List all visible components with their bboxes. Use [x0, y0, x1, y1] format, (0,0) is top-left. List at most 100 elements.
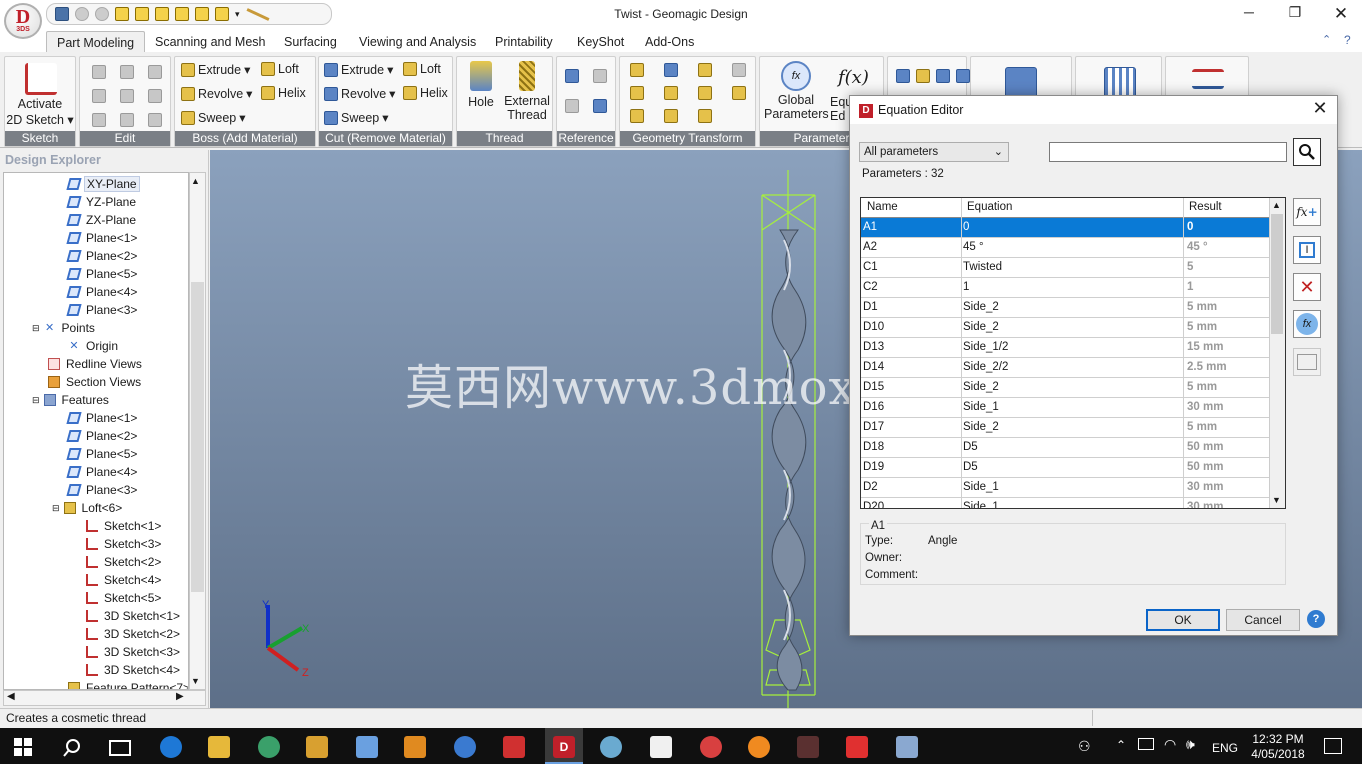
boss-sweep-button[interactable]: Sweep ▾	[181, 110, 246, 125]
tree-item-sketch-3[interactable]: Sketch<3>	[86, 535, 163, 553]
table-row[interactable]: D1 Side_2 5 mm	[861, 298, 1269, 318]
scroll-down-icon[interactable]: ▼	[191, 676, 200, 686]
combine-icon[interactable]	[148, 113, 162, 127]
help-icon[interactable]: ?	[1344, 33, 1351, 47]
task-view-icon[interactable]	[109, 740, 131, 756]
tab-scanning-mesh[interactable]: Scanning and Mesh	[145, 31, 276, 53]
clock[interactable]: 12:32 PM 4/05/2018	[1248, 732, 1308, 762]
table-row[interactable]: D16 Side_1 30 mm	[861, 398, 1269, 418]
close-window-button[interactable]: ✕	[1318, 4, 1362, 24]
column-equation[interactable]: Equation	[967, 201, 1012, 213]
table-row[interactable]: A2 45 ° 45 °	[861, 238, 1269, 258]
table-scroll-thumb[interactable]	[1271, 214, 1283, 334]
interference-icon[interactable]	[936, 69, 950, 83]
file-explorer-icon[interactable]	[208, 736, 230, 758]
table-scroll-up-icon[interactable]: ▲	[1272, 200, 1281, 210]
tree-item-3d-sketch-1[interactable]: 3D Sketch<1>	[86, 607, 182, 625]
csys-icon[interactable]	[593, 99, 607, 113]
chamfer-icon[interactable]	[664, 63, 678, 77]
tree-item-sketch-2[interactable]: Sketch<2>	[86, 553, 163, 571]
tree-item-feature-plane-2[interactable]: Plane<2>	[66, 427, 139, 445]
tree-item-plane-4[interactable]: Plane<4>	[66, 283, 139, 301]
table-row[interactable]: D17 Side_2 5 mm	[861, 418, 1269, 438]
paint-icon[interactable]	[356, 736, 378, 758]
wifi-icon[interactable]: ◠	[1164, 736, 1176, 753]
media-player-icon[interactable]	[306, 736, 328, 758]
tree-item-feature-plane-5[interactable]: Plane<5>	[66, 445, 139, 463]
cut-sweep-button[interactable]: Sweep ▾	[324, 110, 389, 125]
paste-icon[interactable]	[148, 65, 162, 79]
tree-item-sketch-5[interactable]: Sketch<5>	[86, 589, 163, 607]
ok-button[interactable]: OK	[1146, 609, 1220, 631]
draft-icon[interactable]	[732, 63, 746, 77]
move-face-icon[interactable]	[698, 109, 712, 123]
scroll-right-icon[interactable]: ▶	[176, 691, 184, 702]
delete-parameter-button[interactable]: ✕	[1293, 273, 1321, 301]
geomagic-design-icon[interactable]: D	[553, 736, 575, 758]
tree-item-3d-sketch-4[interactable]: 3D Sketch<4>	[86, 661, 182, 679]
collapse-icon[interactable]: ⊟	[32, 395, 40, 406]
table-row[interactable]: D14 Side_2/2 2.5 mm	[861, 358, 1269, 378]
search-taskbar-icon[interactable]	[62, 738, 82, 758]
collapse-ribbon-icon[interactable]: ⌃	[1322, 33, 1331, 46]
tree-item-loft-6[interactable]: ⊟ Loft<6>	[52, 499, 124, 517]
minimize-button[interactable]: ─	[1226, 4, 1272, 24]
app-fo-icon[interactable]	[846, 736, 868, 758]
cut-extrude-button[interactable]: Extrude ▾	[324, 62, 393, 77]
boss-revolve-button[interactable]: Revolve ▾	[181, 86, 252, 101]
column-name[interactable]: Name	[867, 201, 898, 213]
app-pink-icon[interactable]	[700, 736, 722, 758]
search-button[interactable]	[1293, 138, 1321, 166]
table-row[interactable]: C2 1 1	[861, 278, 1269, 298]
people-icon[interactable]: ⚇	[1078, 738, 1091, 755]
dialog-help-button[interactable]: ?	[1307, 610, 1325, 628]
tree-item-plane-2[interactable]: Plane<2>	[66, 247, 139, 265]
tree-item-feature-pattern-7[interactable]: Feature Pattern<7>	[68, 679, 188, 689]
tree-item-plane-5[interactable]: Plane<5>	[66, 265, 139, 283]
edge-browser-icon[interactable]	[160, 736, 182, 758]
cut-icon[interactable]	[92, 65, 106, 79]
pattern-icon[interactable]	[92, 113, 106, 127]
scroll-left-icon[interactable]: ◀	[7, 691, 15, 702]
tree-item-redline-views[interactable]: Redline Views	[48, 355, 144, 373]
boss-loft-button[interactable]: Loft	[261, 62, 299, 76]
battery-icon[interactable]	[1138, 738, 1154, 750]
measure-icon[interactable]	[896, 69, 910, 83]
scroll-up-icon[interactable]: ▲	[191, 176, 200, 186]
tree-item-xy-plane[interactable]: XY-Plane	[66, 175, 140, 193]
app-red-icon[interactable]	[503, 736, 525, 758]
tree-item-section-views[interactable]: Section Views	[48, 373, 143, 391]
mail-icon[interactable]	[650, 736, 672, 758]
mass-icon[interactable]	[916, 69, 930, 83]
mirror-body-icon[interactable]	[664, 86, 678, 100]
cancel-button[interactable]: Cancel	[1226, 609, 1300, 631]
tree-scroll-thumb[interactable]	[191, 282, 204, 592]
tree-item-3d-sketch-2[interactable]: 3D Sketch<2>	[86, 625, 182, 643]
tree-item-sketch-4[interactable]: Sketch<4>	[86, 571, 163, 589]
parameter-search-input[interactable]	[1049, 142, 1287, 162]
table-row[interactable]: D18 D5 50 mm	[861, 438, 1269, 458]
cut-revolve-button[interactable]: Revolve ▾	[324, 86, 395, 101]
volume-icon[interactable]: 🕪	[1186, 736, 1195, 753]
app-tool-icon[interactable]	[896, 736, 918, 758]
link-parameter-button[interactable]	[1293, 348, 1321, 376]
split-icon[interactable]	[630, 86, 644, 100]
restore-button[interactable]: ❐	[1272, 4, 1318, 24]
tab-viewing-analysis[interactable]: Viewing and Analysis	[349, 31, 486, 53]
activate-sketch-button[interactable]	[25, 63, 57, 97]
dialog-close-button[interactable]: ✕	[1306, 98, 1334, 120]
table-row[interactable]: D15 Side_2 5 mm	[861, 378, 1269, 398]
external-thread-button[interactable]: External Thread	[503, 61, 551, 122]
point-icon[interactable]	[565, 99, 579, 113]
align-icon[interactable]	[1192, 69, 1224, 89]
hole-button[interactable]: Hole	[463, 61, 499, 109]
tab-add-ons[interactable]: Add-Ons	[635, 31, 704, 53]
plane-icon[interactable]	[565, 69, 579, 83]
tab-printability[interactable]: Printability	[485, 31, 563, 53]
copy-icon[interactable]	[120, 65, 134, 79]
cut-loft-button[interactable]: Loft	[403, 62, 441, 76]
function-button[interactable]: fx	[1293, 310, 1321, 338]
notifications-icon[interactable]	[1324, 738, 1342, 754]
scale-body-icon[interactable]	[664, 109, 678, 123]
move-icon[interactable]	[148, 89, 162, 103]
